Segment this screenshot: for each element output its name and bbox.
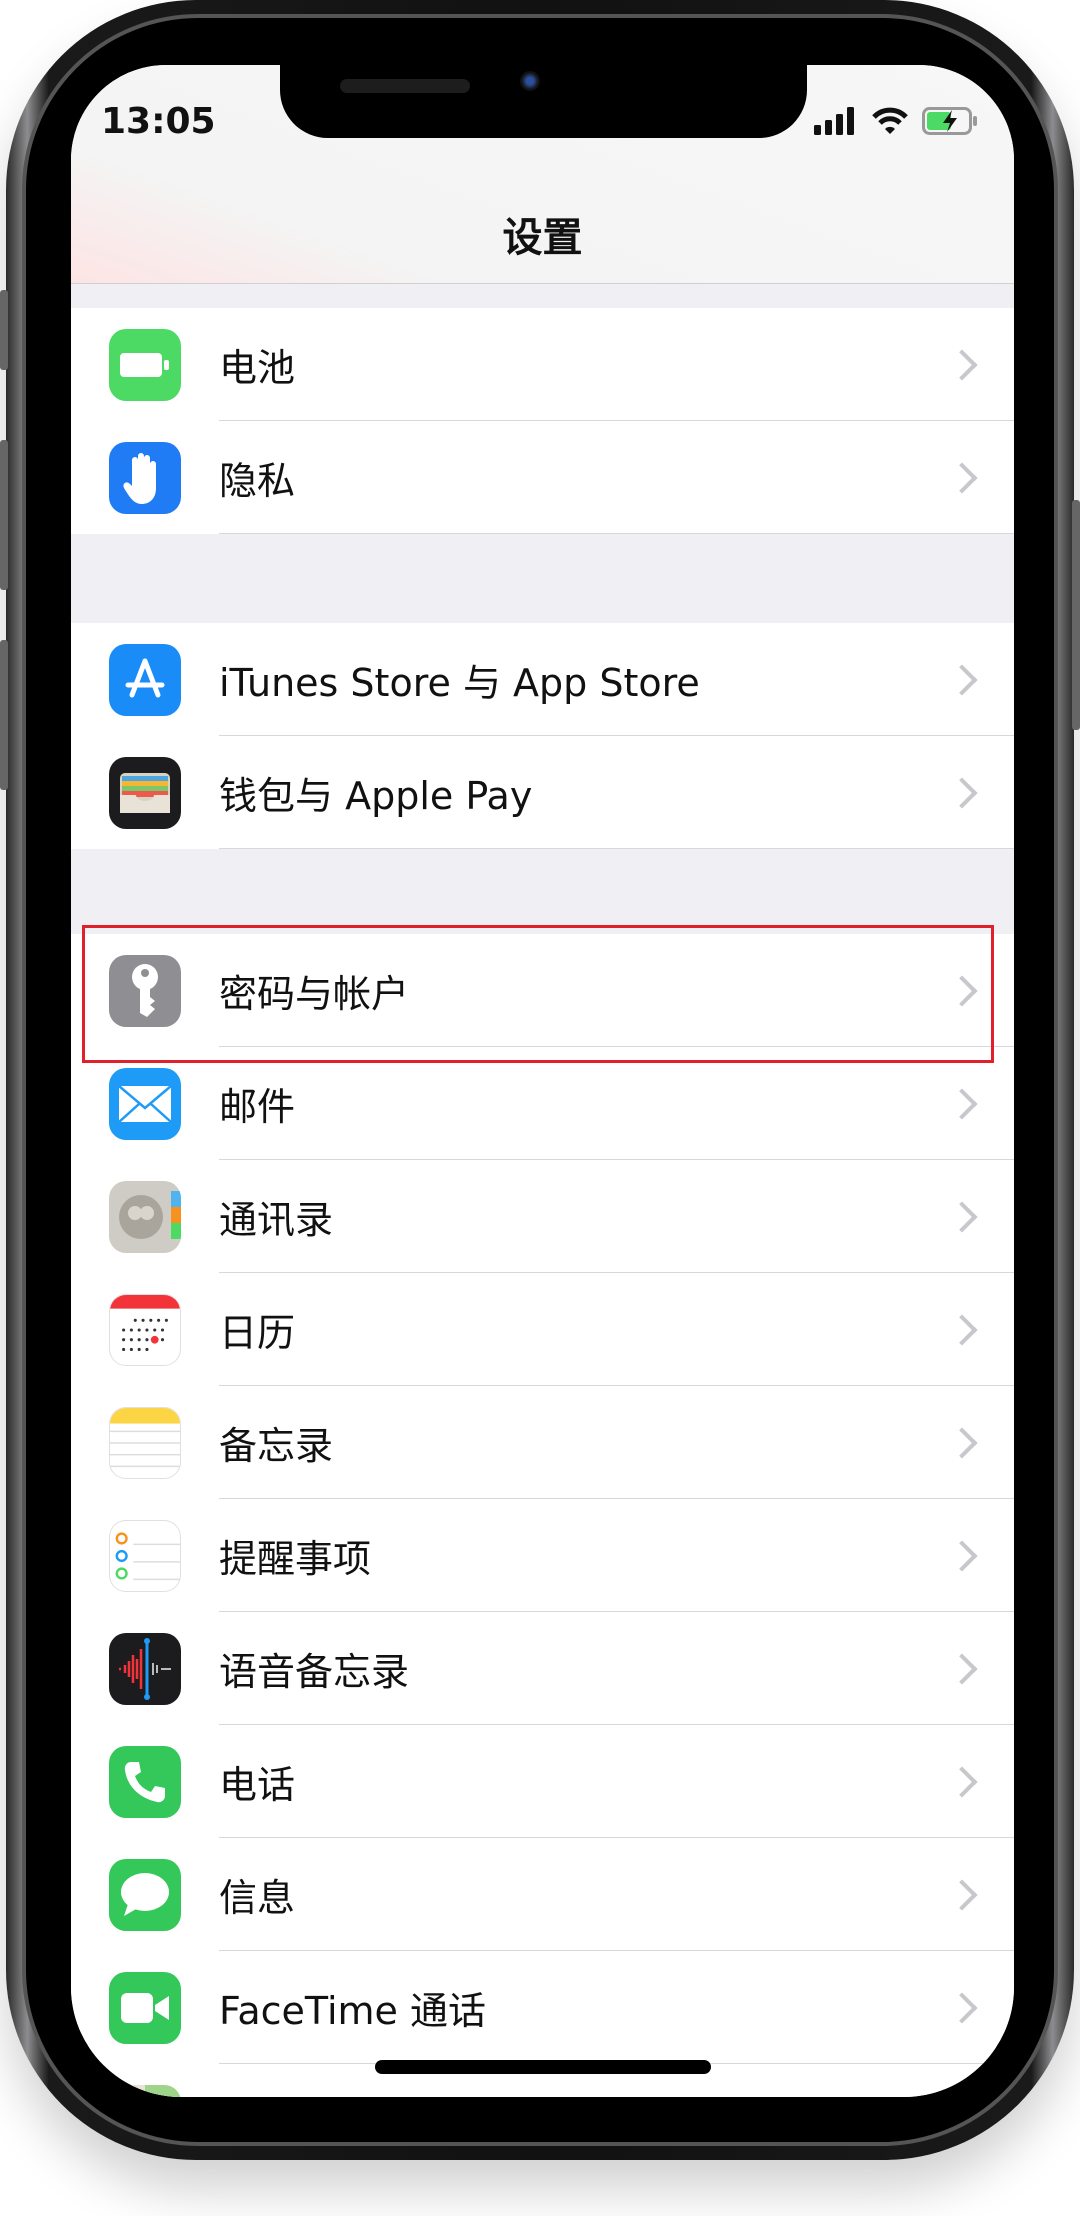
- volume-down-button: [0, 640, 8, 790]
- power-button: [1072, 500, 1080, 730]
- chevron-right-icon: [946, 1426, 978, 1459]
- settings-row[interactable]: 隐私: [71, 421, 1014, 534]
- screen: 13:05 设置 电池隐私 iTunes Store 与 App Store 钱包与…: [71, 65, 1014, 2097]
- row-divider: [219, 533, 1014, 534]
- status-icons: [814, 107, 978, 135]
- chevron-right-icon: [946, 1878, 978, 1911]
- settings-row[interactable]: 备忘录: [71, 1386, 1014, 1499]
- row-label: iTunes Store 与 App Store: [219, 661, 700, 705]
- mute-switch: [0, 290, 8, 370]
- row-label: FaceTime 通话: [219, 1989, 487, 2033]
- chevron-right-icon: [946, 461, 978, 494]
- app-store-icon: [109, 643, 181, 716]
- settings-row[interactable]: 钱包与 Apple Pay: [71, 736, 1014, 849]
- speaker-grille: [340, 79, 470, 93]
- settings-row[interactable]: 电话: [71, 1725, 1014, 1838]
- settings-row[interactable]: iTunes Store 与 App Store: [71, 623, 1014, 736]
- chevron-right-icon: [946, 348, 978, 381]
- mail-icon: [109, 1067, 181, 1140]
- settings-group: 电池 隐私: [71, 308, 1014, 534]
- row-label: 通讯录: [219, 1198, 334, 1242]
- calendar-icon: [109, 1293, 181, 1366]
- status-time: 13:05: [101, 101, 216, 142]
- row-label: 日历: [219, 1311, 296, 1355]
- row-label: 提醒事项: [219, 1537, 372, 1581]
- chevron-right-icon: [946, 1087, 978, 1120]
- chevron-right-icon: [946, 1652, 978, 1685]
- notes-icon: [109, 1406, 181, 1479]
- settings-row[interactable]: FaceTime 通话: [71, 1951, 1014, 2064]
- settings-row[interactable]: 信息: [71, 1838, 1014, 1951]
- chevron-right-icon: [946, 1991, 978, 2024]
- front-camera: [520, 71, 540, 91]
- page-title: 设置: [502, 215, 583, 261]
- row-label: 语音备忘录: [219, 1650, 410, 1694]
- chevron-right-icon: [946, 776, 978, 809]
- highlight-box: [82, 925, 994, 1063]
- settings-row[interactable]: 提醒事项: [71, 1499, 1014, 1612]
- settings-group: iTunes Store 与 App Store 钱包与 Apple Pay: [71, 623, 1014, 849]
- wifi-icon: [872, 107, 908, 134]
- voice-memos-icon: [109, 1632, 181, 1705]
- row-label: 电池: [219, 346, 296, 390]
- reminders-icon: [109, 1519, 181, 1592]
- battery-charging-icon: [922, 107, 977, 135]
- cellular-signal-icon: [814, 107, 854, 135]
- phone-icon: [109, 1745, 181, 1818]
- settings-row[interactable]: 通讯录: [71, 1160, 1014, 1273]
- settings-row[interactable]: 电池: [71, 308, 1014, 421]
- maps-icon: [109, 2084, 181, 2097]
- row-label: 钱包与 Apple Pay: [219, 774, 533, 818]
- chevron-right-icon: [946, 663, 978, 696]
- chevron-right-icon: [946, 1539, 978, 1572]
- settings-row[interactable]: 语音备忘录: [71, 1612, 1014, 1725]
- battery-icon: [109, 328, 181, 401]
- row-label: 信息: [219, 1876, 296, 1920]
- settings-row[interactable]: 日历: [71, 1273, 1014, 1386]
- wallet-icon: [109, 756, 181, 829]
- settings-group: 密码与帐户 邮件 通讯录 日历 备忘录 提醒事项 语音备忘录 电话 信息 FaceTime 通话: [71, 934, 1014, 2097]
- row-label: 邮件: [219, 1085, 296, 1129]
- row-label: 电话: [219, 1763, 296, 1807]
- row-label: 隐私: [219, 459, 296, 503]
- row-label: 备忘录: [219, 1424, 334, 1468]
- chevron-right-icon: [946, 1200, 978, 1233]
- settings-row[interactable]: 邮件: [71, 1047, 1014, 1160]
- chevron-right-icon: [946, 1765, 978, 1798]
- volume-up-button: [0, 440, 8, 590]
- notch: [280, 65, 807, 138]
- messages-icon: [109, 1858, 181, 1931]
- hand-icon: [109, 441, 181, 514]
- chevron-right-icon: [946, 1313, 978, 1346]
- row-divider: [219, 848, 1014, 849]
- facetime-icon: [109, 1971, 181, 2044]
- home-indicator[interactable]: [375, 2060, 711, 2074]
- contacts-icon: [109, 1180, 181, 1253]
